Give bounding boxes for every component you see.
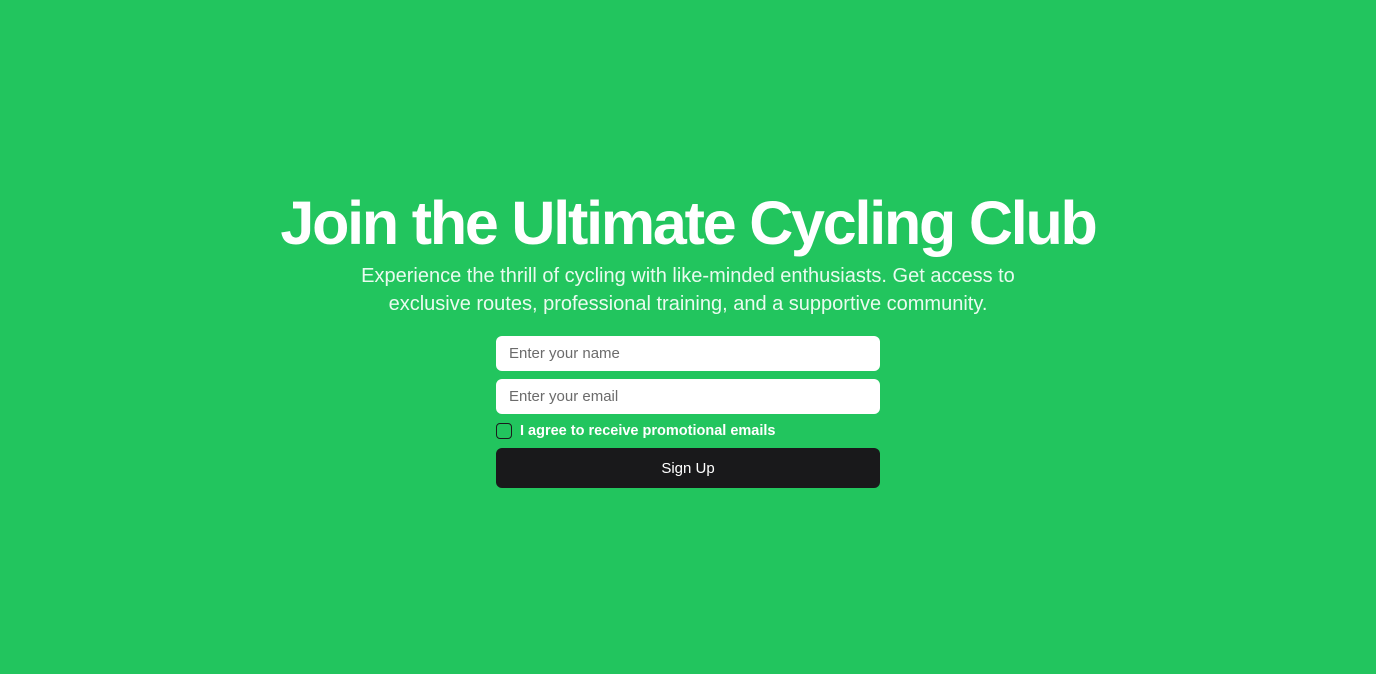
email-input[interactable] bbox=[496, 379, 880, 414]
consent-label[interactable]: I agree to receive promotional emails bbox=[520, 423, 775, 439]
page-title: Join the Ultimate Cycling Club bbox=[280, 189, 1097, 257]
page-subtitle: Experience the thrill of cycling with li… bbox=[361, 265, 1015, 315]
name-input[interactable] bbox=[496, 336, 880, 371]
consent-row: I agree to receive promotional emails bbox=[496, 422, 880, 440]
signup-form: I agree to receive promotional emails Si… bbox=[496, 336, 880, 488]
sign-up-button[interactable]: Sign Up bbox=[496, 448, 880, 488]
hero-section: Join the Ultimate Cycling Club Experienc… bbox=[0, 188, 1376, 488]
signup-page: Join the Ultimate Cycling Club Experienc… bbox=[0, 0, 1376, 674]
consent-checkbox[interactable] bbox=[496, 423, 512, 439]
